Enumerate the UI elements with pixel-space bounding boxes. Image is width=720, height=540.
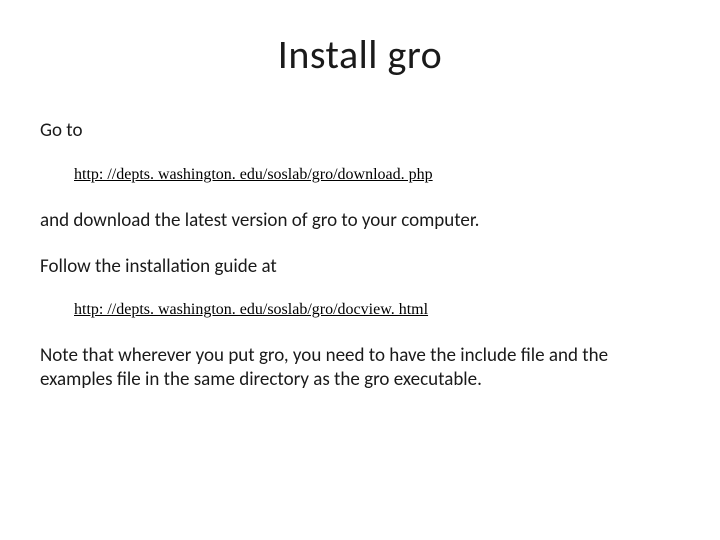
download-link[interactable]: http: //depts. washington. edu/soslab/gr… [74, 166, 433, 183]
text-follow: Follow the installation guide at [40, 255, 680, 279]
slide-body: Go to http: //depts. washington. edu/sos… [40, 119, 680, 392]
link-download: http: //depts. washington. edu/soslab/gr… [74, 165, 680, 185]
link-docview: http: //depts. washington. edu/soslab/gr… [74, 300, 680, 320]
docview-link[interactable]: http: //depts. washington. edu/soslab/gr… [74, 301, 428, 318]
text-goto: Go to [40, 119, 680, 143]
slide-title: Install gro [40, 30, 680, 79]
text-note: Note that wherever you put gro, you need… [40, 344, 680, 392]
slide: Install gro Go to http: //depts. washing… [0, 0, 720, 540]
text-download: and download the latest version of gro t… [40, 209, 680, 233]
